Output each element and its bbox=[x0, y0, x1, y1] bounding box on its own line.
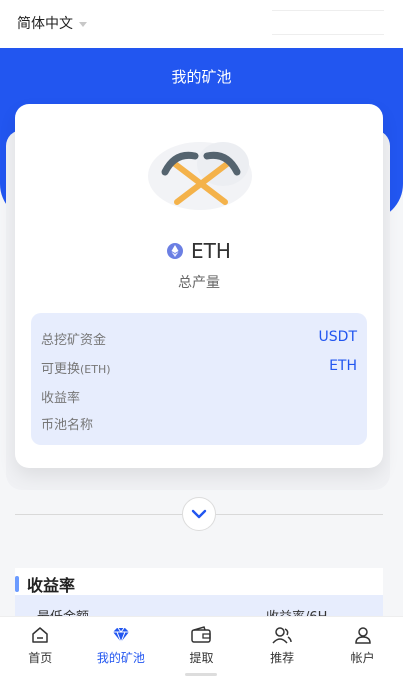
info-label: 币池名称 bbox=[41, 418, 94, 433]
info-label: 总挖矿资金 bbox=[41, 333, 107, 348]
tab-label: 推荐 bbox=[270, 651, 295, 665]
pool-card: ETH 总产量 总挖矿资金 USDT 可更换(ETH) ETH 收益率 币池名称 bbox=[15, 104, 383, 468]
tab-account[interactable]: 帐户 bbox=[322, 617, 403, 676]
wallet-icon bbox=[191, 626, 212, 643]
section-title: 收益率 bbox=[27, 576, 76, 595]
info-row: 币池名称 bbox=[41, 414, 357, 433]
coin-name: ETH bbox=[191, 239, 231, 263]
bottom-tab-bar: 首页 我的矿池 提取 推荐 帐户 bbox=[0, 616, 403, 676]
language-selector[interactable]: 简体中文 bbox=[17, 13, 87, 33]
home-icon bbox=[32, 627, 49, 643]
user-icon bbox=[354, 627, 371, 644]
info-row: 收益率 bbox=[41, 387, 357, 406]
tab-my-pool[interactable]: 我的矿池 bbox=[81, 617, 162, 676]
divider-line bbox=[272, 10, 384, 11]
tab-label: 首页 bbox=[28, 651, 53, 665]
pool-info-panel: 总挖矿资金 USDT 可更换(ETH) ETH 收益率 币池名称 bbox=[31, 313, 367, 445]
tab-referral[interactable]: 推荐 bbox=[242, 617, 323, 676]
info-value: USDT bbox=[318, 329, 357, 345]
top-bar: 简体中文 bbox=[0, 0, 403, 48]
expand-button[interactable] bbox=[182, 497, 216, 531]
tab-label: 提取 bbox=[189, 651, 214, 665]
total-output-label: 总产量 bbox=[178, 275, 220, 291]
caret-down-icon bbox=[79, 21, 87, 27]
info-row: 总挖矿资金 USDT bbox=[41, 329, 357, 348]
info-value: ETH bbox=[329, 358, 357, 374]
section-accent-bar bbox=[15, 576, 19, 592]
info-label: 可更换(ETH) bbox=[41, 362, 111, 377]
tab-withdraw[interactable]: 提取 bbox=[161, 617, 242, 676]
diamond-icon bbox=[112, 627, 129, 644]
coin-row: ETH bbox=[15, 239, 383, 263]
language-label: 简体中文 bbox=[17, 16, 73, 32]
tab-label: 帐户 bbox=[350, 651, 375, 665]
divider-line bbox=[272, 34, 384, 35]
users-icon bbox=[272, 627, 292, 644]
section-header: 收益率 bbox=[15, 572, 75, 596]
tab-label: 我的矿池 bbox=[96, 651, 145, 665]
page-title: 我的矿池 bbox=[171, 68, 232, 86]
ethereum-icon bbox=[167, 243, 184, 259]
mining-pickaxe-icon bbox=[145, 134, 255, 214]
chevron-down-icon bbox=[191, 509, 207, 519]
info-label: 收益率 bbox=[41, 391, 81, 406]
info-row: 可更换(ETH) ETH bbox=[41, 358, 357, 377]
tab-home[interactable]: 首页 bbox=[0, 617, 81, 676]
info-label-suffix: (ETH) bbox=[80, 363, 111, 376]
